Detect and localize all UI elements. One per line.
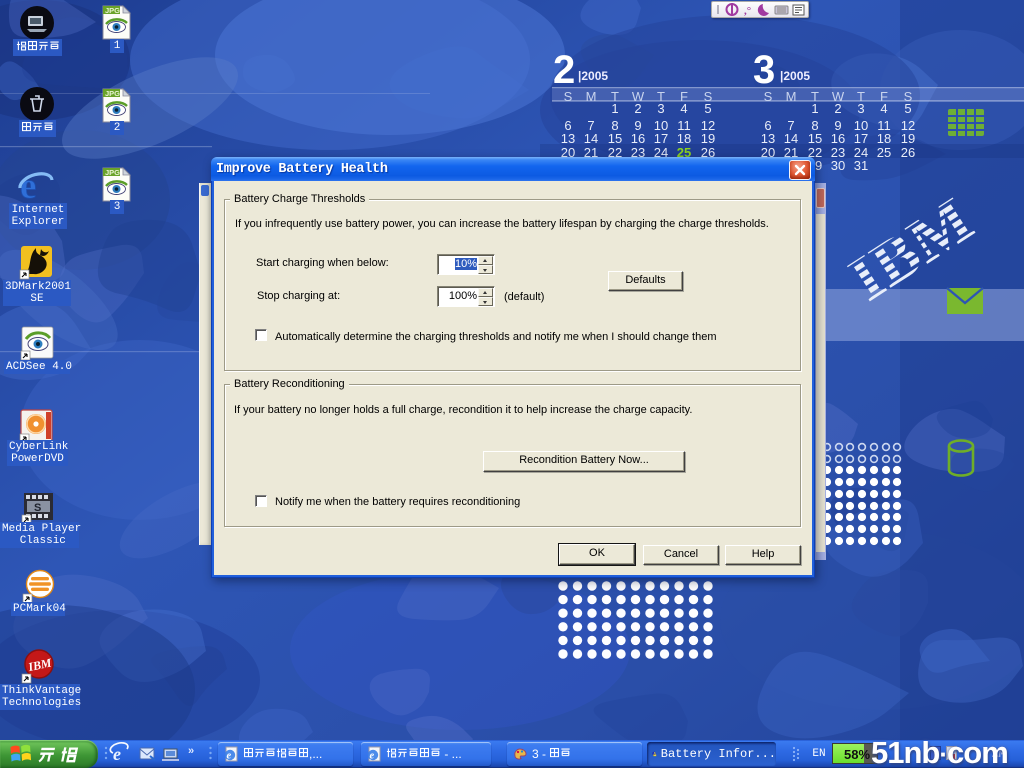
svg-text:e: e <box>113 744 121 764</box>
svg-text:S: S <box>34 502 41 514</box>
svg-text:JPG: JPG <box>105 168 120 177</box>
svg-text:e: e <box>370 751 375 762</box>
svg-text:JPG: JPG <box>105 89 120 98</box>
svg-text:e: e <box>227 751 232 762</box>
svg-text:,°: ,° <box>744 5 751 17</box>
svg-text:JPG: JPG <box>105 6 120 15</box>
svg-text:»: » <box>188 745 194 757</box>
